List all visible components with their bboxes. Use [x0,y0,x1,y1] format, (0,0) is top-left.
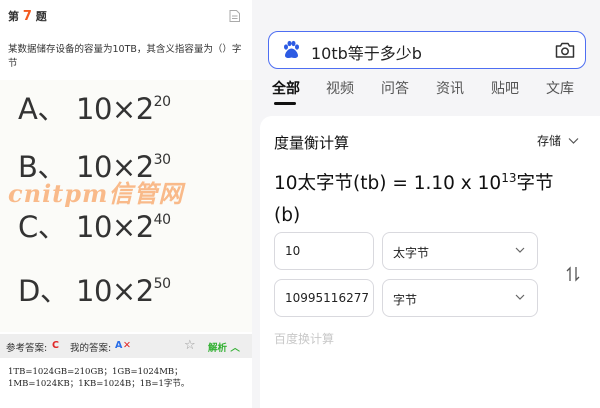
result-exponent: 13 [501,171,517,185]
camera-icon[interactable] [555,41,575,59]
quiz-panel: 第 7 题 某数据储存设备的容量为10TB，其含义指容量为（）字节 A、 10×2… [0,0,252,408]
output-value-field[interactable]: 10995116277 [274,279,374,317]
save-button[interactable]: 存储 [537,132,579,149]
explanation-line: 1MB=1024KB；1KB=1024B；1B=1字节。 [8,379,190,389]
star-icon[interactable]: ☆ [184,338,196,353]
explanation: 1TB=1024GB=210GB；1GB=1024MB； 1MB=1024KB；… [8,366,248,390]
baidu-paw-icon [284,40,299,58]
analysis-label: 解析 [208,343,228,354]
input-unit: 太字节 [393,246,430,260]
chevron-up-icon: ︿ [230,343,240,354]
option-exponent: 30 [153,152,171,169]
footer-partial-text: 百度换计算 [274,332,335,346]
chevron-down-icon [568,138,579,144]
input-unit-select[interactable]: 太字节 [382,232,538,270]
save-label: 存储 [537,134,562,148]
question-header: 第 7 题 [8,8,47,24]
option-c[interactable]: C、 10×240 [18,204,171,246]
option-exponent: 20 [153,94,171,111]
option-base: 10×2 [76,210,154,244]
option-letter: A、 [18,92,66,126]
ref-answer: C [52,340,59,351]
tab-news[interactable]: 资讯 [436,78,464,98]
conversion-result: 10太字节(tb) = 1.10 x 1013字节 (b) [274,162,594,232]
watermark: cnitpm信管网 [8,179,184,208]
ref-answer-label: 参考答案: [6,343,48,354]
search-tabs: 全部 视频 问答 资讯 贴吧 文库 [252,78,600,112]
input-value: 10 [285,244,301,258]
document-icon[interactable] [229,10,240,22]
option-base: 10×2 [76,274,154,308]
tab-all[interactable]: 全部 [272,78,300,98]
chevron-down-icon [515,294,525,300]
search-input[interactable]: 10tb等于多少b [268,31,586,69]
input-value-field[interactable]: 10 [274,232,374,270]
output-unit: 字节 [393,293,418,307]
option-base: 10×2 [76,92,154,126]
option-exponent: 50 [153,276,171,293]
chevron-down-icon [515,247,525,253]
answer-bar: 参考答案: C 我的答案: A ✕ ☆ 解析 ︿ [0,334,252,358]
output-unit-select[interactable]: 字节 [382,279,538,317]
option-exponent: 40 [153,212,171,229]
option-letter: D、 [18,274,69,308]
question-suffix: 题 [35,10,47,23]
explanation-line: 1TB=1024GB=210GB；1GB=1024MB； [8,367,183,377]
question-number: 7 [22,9,32,24]
option-d[interactable]: D、 10×250 [18,268,171,310]
question-prefix: 第 [8,10,19,23]
tab-wenku[interactable]: 文库 [546,78,574,98]
wrong-icon: ✕ [123,340,131,351]
tab-tieba[interactable]: 贴吧 [491,78,519,98]
search-query: 10tb等于多少b [311,44,422,63]
my-answer-label: 我的答案: [70,343,112,354]
converter-title: 度量衡计算 [274,134,350,152]
unit-converter-card: 度量衡计算 存储 10太字节(tb) = 1.10 x 1013字节 (b) 1… [260,116,600,408]
tab-video[interactable]: 视频 [326,78,354,98]
analysis-toggle[interactable]: 解析 ︿ [208,340,240,354]
option-a[interactable]: A、 10×220 [18,86,171,128]
result-unit-abbr: (b) [274,205,301,227]
result-text: 10太字节(tb) = 1.10 x 10 [274,173,502,195]
output-value: 10995116277 [285,291,369,305]
my-answer: A [115,340,123,351]
option-letter: C、 [18,210,67,244]
active-tab-indicator [274,102,296,105]
search-panel: 10tb等于多少b 全部 视频 问答 资讯 贴吧 文库 度量衡计算 存储 10太… [252,0,600,408]
tab-qa[interactable]: 问答 [381,78,409,98]
swap-arrows-icon[interactable] [566,266,580,282]
result-unit: 字节 [516,173,554,195]
question-text: 某数据储存设备的容量为10TB，其含义指容量为（）字节 [8,44,242,69]
